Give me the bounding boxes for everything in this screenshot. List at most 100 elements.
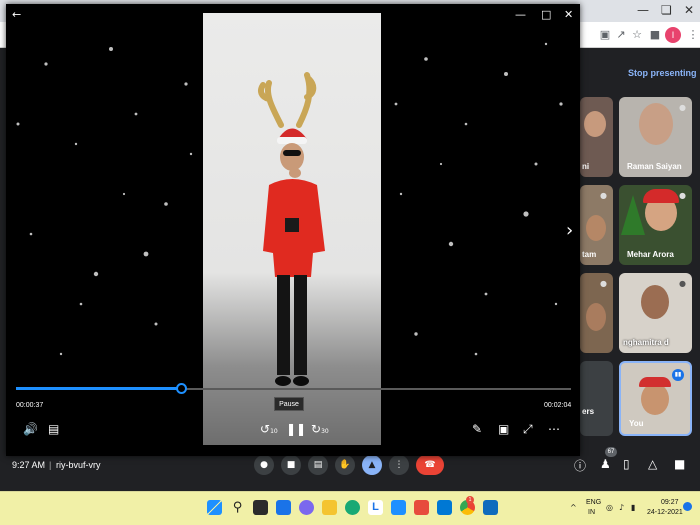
participant-video xyxy=(641,285,669,319)
mail-icon[interactable] xyxy=(437,500,452,515)
end-call-button[interactable]: ☎ xyxy=(416,455,444,475)
pause-icon[interactable]: ❚❚ xyxy=(286,422,306,436)
minimize-icon[interactable]: — xyxy=(515,8,526,21)
start-icon[interactable] xyxy=(207,500,222,515)
raise-hand-button[interactable]: ✋ xyxy=(335,455,355,475)
search-icon[interactable]: ⚲ xyxy=(230,500,245,515)
captions-button[interactable]: ▤ xyxy=(308,455,328,475)
wifi-icon[interactable]: ◎ xyxy=(606,503,613,512)
battery-icon[interactable]: ▮ xyxy=(631,503,635,512)
notification-badge: 1 xyxy=(466,496,474,504)
self-tile[interactable]: ▮▮ You xyxy=(619,361,692,436)
activities-icon[interactable]: △ xyxy=(648,457,657,471)
mic-off-icon: ● xyxy=(600,191,607,200)
participant-tile[interactable]: ● Raman Saiyan xyxy=(619,97,692,177)
screen: — ❏ ✕ ▣ ↗ ☆ ■ I ⋮ Stop presenting ni ● R… xyxy=(0,0,700,525)
participant-name: You xyxy=(629,419,644,428)
seek-bar-progress xyxy=(16,387,181,390)
l-app-icon[interactable]: L xyxy=(368,500,383,515)
separator: | xyxy=(49,460,52,470)
media-player-window: ← — □ ✕ › 00:00:37 00:02:04 Pause 🔊 ▤ ↺1… xyxy=(6,4,580,456)
present-button[interactable]: ▲ xyxy=(362,455,382,475)
host-controls-icon[interactable]: ■ xyxy=(674,457,685,471)
mic-off-icon: ● xyxy=(679,191,686,200)
participant-tile[interactable]: ● xyxy=(580,273,613,353)
notifications-icon[interactable] xyxy=(683,502,692,511)
santa-hat-graphic xyxy=(639,377,671,387)
santa-hat-graphic xyxy=(643,189,679,203)
taskbar-clock[interactable]: 09:27 xyxy=(661,499,679,506)
participant-video xyxy=(586,303,606,331)
christmas-tree-graphic xyxy=(621,195,645,235)
chevron-right-icon[interactable]: › xyxy=(566,220,573,241)
participant-name: Mehar Arora xyxy=(627,250,674,259)
speaking-indicator-icon: ▮▮ xyxy=(672,369,684,381)
close-icon[interactable]: ✕ xyxy=(564,8,573,21)
skip-back-button[interactable]: ↺10 xyxy=(260,422,278,436)
participant-count-badge: 67 xyxy=(605,447,617,457)
bookmark-star-icon[interactable]: ☆ xyxy=(630,28,644,42)
captions-icon[interactable]: ▤ xyxy=(48,422,59,436)
chevron-up-icon[interactable]: ^ xyxy=(570,503,577,512)
mic-off-icon: ● xyxy=(600,279,607,288)
more-icon[interactable]: ⋯ xyxy=(548,422,560,436)
mic-off-icon: ● xyxy=(679,279,686,288)
participant-tile[interactable]: ers xyxy=(580,361,613,436)
edge-icon[interactable] xyxy=(345,500,360,515)
file-explorer-icon[interactable] xyxy=(322,500,337,515)
seek-bar-thumb[interactable] xyxy=(176,383,187,394)
meeting-details-icon[interactable]: ⓘ xyxy=(574,457,586,474)
meeting-clock: 9:27 AM xyxy=(12,460,46,470)
taskbar-date: 24-12-2021 xyxy=(647,509,683,516)
self-video xyxy=(641,383,669,415)
miniplayer-icon[interactable]: ▣ xyxy=(498,422,509,436)
maximize-icon[interactable]: □ xyxy=(541,8,551,21)
share-icon[interactable]: ↗ xyxy=(614,28,628,42)
participant-name: tam xyxy=(582,250,597,259)
browser-minimize-icon[interactable]: — xyxy=(637,3,649,17)
participant-video xyxy=(639,103,673,145)
skip-back-label: 10 xyxy=(270,428,278,435)
participant-name: Raman Saiyan xyxy=(627,162,682,171)
participant-tile[interactable]: ● Mehar Arora xyxy=(619,185,692,265)
pause-tooltip: Pause xyxy=(274,397,304,411)
skip-forward-button[interactable]: ↻30 xyxy=(311,422,329,436)
teams-chat-icon[interactable] xyxy=(299,500,314,515)
participant-video xyxy=(586,215,606,241)
language-indicator[interactable]: ENG xyxy=(586,499,601,506)
skip-forward-label: 30 xyxy=(321,428,329,435)
media-player-taskbar-icon[interactable] xyxy=(483,500,498,515)
participant-tile[interactable]: ni xyxy=(580,97,613,177)
task-view-icon[interactable] xyxy=(253,500,268,515)
browser-menu-icon[interactable]: ⋮ xyxy=(686,28,700,42)
camera-button[interactable]: ■ xyxy=(281,455,301,475)
stop-presenting-button[interactable]: Stop presenting xyxy=(628,68,697,78)
back-arrow-icon[interactable]: ← xyxy=(12,8,21,21)
profile-avatar[interactable]: I xyxy=(665,27,681,43)
fullscreen-icon[interactable]: ⤢ xyxy=(523,422,533,437)
participant-video xyxy=(584,111,606,137)
extensions-icon[interactable]: ■ xyxy=(648,28,662,42)
video-frame[interactable] xyxy=(203,13,381,445)
widgets-icon[interactable] xyxy=(276,500,291,515)
volume-icon[interactable]: 🔊 xyxy=(23,422,38,436)
language-region: IN xyxy=(588,509,595,516)
speaker-icon[interactable]: ♪ xyxy=(619,503,624,512)
browser-close-icon[interactable]: ✕ xyxy=(684,3,694,17)
participant-name: ers xyxy=(582,407,595,416)
browser-restore-icon[interactable]: ❏ xyxy=(661,3,672,17)
meeting-code: riy-bvuf-vry xyxy=(56,460,101,470)
office-icon[interactable] xyxy=(414,500,429,515)
video-content xyxy=(258,72,325,386)
total-duration: 00:02:04 xyxy=(544,402,572,409)
more-options-button[interactable]: ⋮ xyxy=(389,455,409,475)
pen-icon[interactable]: ✎ xyxy=(472,422,482,436)
camera-icon[interactable]: ▣ xyxy=(598,28,612,42)
participant-tile[interactable]: ● tam xyxy=(580,185,613,265)
participant-name: nghamitra d xyxy=(623,338,669,347)
participants-icon[interactable]: ♟ xyxy=(600,457,611,471)
participant-tile[interactable]: ● nghamitra d xyxy=(619,273,692,353)
store-icon[interactable] xyxy=(391,500,406,515)
chat-icon[interactable]: ▯ xyxy=(623,457,630,471)
microphone-button[interactable]: ● xyxy=(254,455,274,475)
